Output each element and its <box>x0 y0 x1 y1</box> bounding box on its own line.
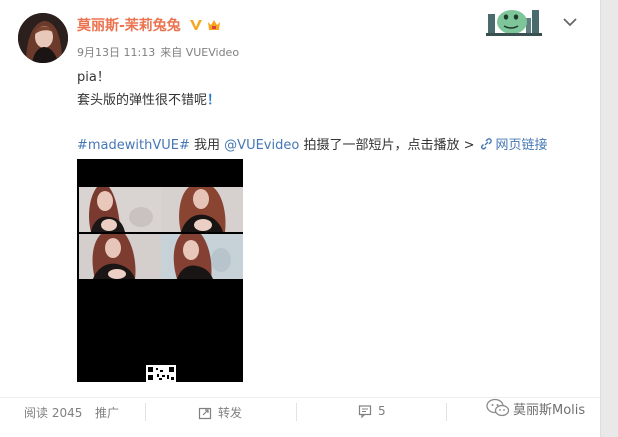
read-count-label: 阅读 2045 <box>24 406 83 420</box>
post-text-line-3: #madewithVUE# 我用 @VUEvideo 拍摄了一部短片，点击播放 … <box>77 134 548 153</box>
video-thumbnail[interactable] <box>77 159 243 382</box>
repost-button[interactable]: 转发 <box>198 404 242 421</box>
avatar[interactable] <box>18 13 68 63</box>
comment-count: 5 <box>378 404 386 418</box>
post-date[interactable]: 9月13日 11:13 <box>77 46 155 59</box>
comment-icon <box>358 404 372 419</box>
post-text-line-2: 套头版的弹性很不错呢！ <box>77 89 220 108</box>
watermark: 莫丽斯Molis <box>486 398 585 418</box>
post-meta: 9月13日 11:13 来自 VUEVideo <box>77 44 239 60</box>
weibo-post-card: 莫丽斯-茉莉兔兔 9月13日 11:13 来自 VUEVideo pia！ 套头… <box>0 0 600 437</box>
wechat-icon <box>486 398 510 418</box>
footer-separator <box>446 403 447 421</box>
post-text: 套头版的弹性很不错呢 <box>77 93 208 108</box>
post-text-line-1: pia！ <box>77 70 110 85</box>
username[interactable]: 莫丽斯-茉莉兔兔 <box>77 15 181 35</box>
footer-separator <box>296 403 297 421</box>
scrollbar[interactable] <box>600 0 618 437</box>
promote-label: 推广 <box>95 406 120 420</box>
mention-link[interactable]: @VUEvideo <box>224 138 299 153</box>
chevron-down-icon[interactable] <box>563 12 577 27</box>
promote-button[interactable]: 推广 <box>95 404 119 421</box>
verified-v-icon[interactable] <box>189 17 203 31</box>
post-text-shot: 拍摄了一部短片，点击播放 > <box>303 138 475 153</box>
comment-button[interactable]: 5 <box>358 404 386 419</box>
video-frame <box>161 234 243 279</box>
read-count: 阅读 2045 <box>24 404 82 421</box>
post-text-using: 我用 <box>194 138 221 153</box>
repost-icon <box>198 406 212 420</box>
link-icon[interactable] <box>480 138 493 150</box>
video-frame <box>79 187 161 232</box>
web-link[interactable]: 网页链接 <box>495 138 547 153</box>
qr-code-icon <box>146 365 176 382</box>
hashtag-link[interactable]: #madewithVUE# <box>77 138 190 153</box>
watermark-text: 莫丽斯Molis <box>513 402 586 418</box>
dinosaur-sticker-icon <box>486 0 542 36</box>
video-frame <box>161 187 243 232</box>
exclamation-mark: ！ <box>207 93 221 108</box>
vip-level-icon[interactable] <box>206 17 222 32</box>
video-frame <box>79 234 161 279</box>
footer-separator <box>145 403 146 421</box>
repost-label: 转发 <box>218 406 243 420</box>
post-source[interactable]: 来自 VUEVideo <box>160 46 239 59</box>
